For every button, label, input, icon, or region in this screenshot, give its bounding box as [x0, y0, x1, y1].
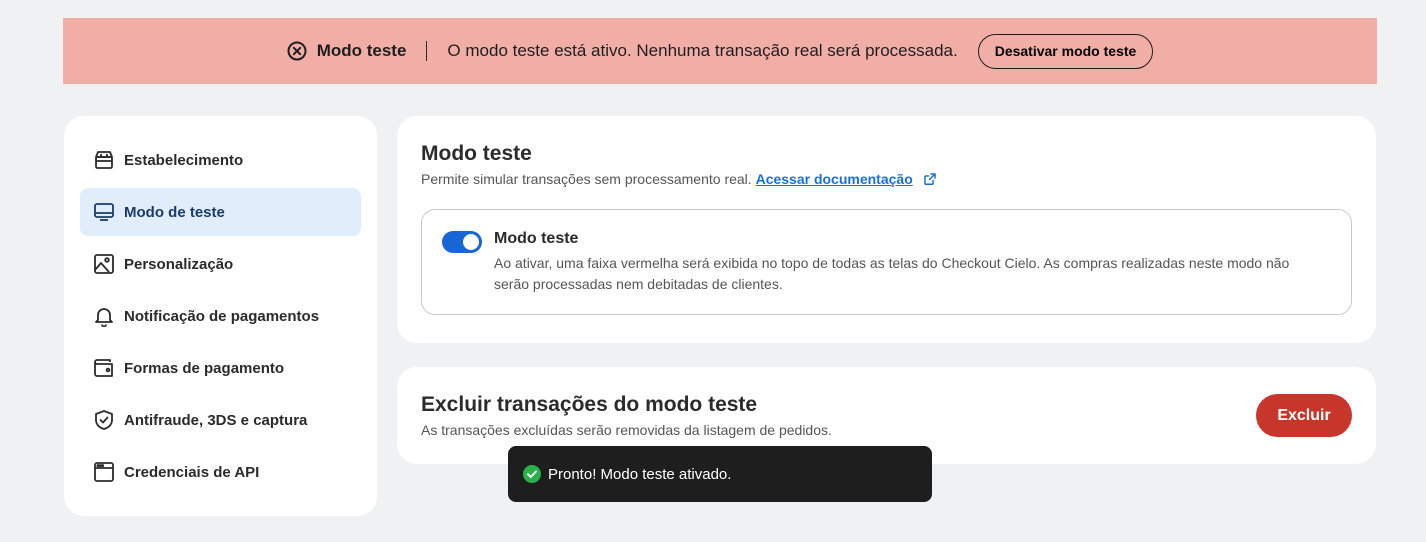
sidebar-item-label: Antifraude, 3DS e captura — [124, 411, 308, 429]
sidebar-item-modo-de-teste[interactable]: Modo de teste — [80, 188, 361, 236]
section-subtitle: As transações excluídas serão removidas … — [421, 422, 832, 438]
section-title: Modo teste — [421, 142, 532, 165]
documentation-link-label: Acessar documentação — [755, 171, 913, 187]
sidebar-item-label: Credenciais de API — [124, 463, 260, 481]
sidebar-item-label: Modo de teste — [124, 203, 225, 221]
sidebar-item-credenciais-api[interactable]: Credenciais de API — [80, 448, 361, 496]
sidebar-item-estabelecimento[interactable]: Estabelecimento — [80, 136, 361, 184]
toggle-description: Ao ativar, uma faixa vermelha será exibi… — [494, 255, 1290, 292]
banner-divider — [426, 41, 428, 61]
monitor-icon — [93, 201, 115, 223]
image-icon — [93, 253, 115, 275]
test-mode-card: Modo teste Permite simular transações se… — [397, 116, 1376, 343]
success-toast: Pronto! Modo teste ativado. — [508, 446, 932, 502]
documentation-link[interactable]: Acessar documentação — [756, 171, 913, 187]
sidebar-item-label: Formas de pagamento — [124, 359, 285, 377]
section-title: Excluir transações do modo teste — [421, 393, 758, 416]
toggle-text: Modo teste Ao ativar, uma faixa vermelha… — [494, 230, 1324, 294]
test-mode-banner: Modo teste O modo teste está ativo. Nenh… — [63, 18, 1377, 84]
toast-message: Pronto! Modo teste ativado. — [548, 465, 732, 483]
section-subtitle: Permite simular transações sem processam… — [421, 171, 1352, 187]
browser-window-icon — [93, 461, 115, 483]
test-mode-toggle-box: Modo teste Ao ativar, uma faixa vermelha… — [421, 209, 1352, 315]
sidebar-item-label: Personalização — [124, 255, 234, 273]
sidebar-item-label: Estabelecimento — [124, 151, 244, 169]
banner-title: Modo teste — [316, 41, 407, 60]
delete-button[interactable]: Excluir — [1256, 394, 1352, 437]
toggle-title: Modo teste — [494, 230, 579, 247]
disable-test-mode-button[interactable]: Desativar modo teste — [977, 33, 1154, 69]
check-circle-icon — [523, 465, 541, 483]
sidebar-item-antifraude[interactable]: Antifraude, 3DS e captura — [80, 396, 361, 444]
bell-icon — [93, 305, 115, 327]
close-circle-icon — [287, 41, 307, 61]
settings-sidebar: Estabelecimento Modo de teste Personaliz… — [64, 116, 377, 516]
subtitle-text: Permite simular transações sem processam… — [421, 171, 752, 187]
store-icon — [93, 149, 115, 171]
banner-message: O modo teste está ativo. Nenhuma transaç… — [447, 41, 958, 60]
external-link-icon[interactable] — [923, 172, 937, 186]
wallet-icon — [93, 357, 115, 379]
sidebar-item-personalizacao[interactable]: Personalização — [80, 240, 361, 288]
sidebar-item-formas-pagamento[interactable]: Formas de pagamento — [80, 344, 361, 392]
shield-check-icon — [93, 409, 115, 431]
sidebar-item-notificacao-pagamentos[interactable]: Notificação de pagamentos — [80, 292, 361, 340]
test-mode-toggle[interactable] — [442, 231, 482, 253]
sidebar-item-label: Notificação de pagamentos — [124, 307, 320, 325]
